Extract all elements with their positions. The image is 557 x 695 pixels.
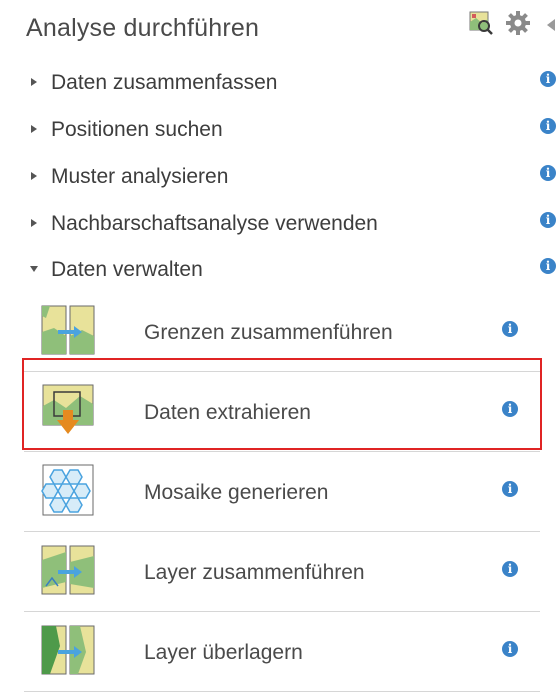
info-icon[interactable]: i: [540, 165, 556, 181]
tool-mosaike-generieren[interactable]: Mosaike generieren i: [24, 452, 540, 532]
tool-label: Mosaike generieren: [144, 481, 329, 504]
overlay-layers-icon: [40, 622, 96, 678]
chevron-right-icon: [28, 169, 40, 181]
category-daten-verwalten[interactable]: Daten verwalten i: [0, 250, 557, 290]
category-label: Muster analysieren: [51, 165, 229, 188]
category-label: Daten verwalten: [51, 258, 203, 281]
category-positionen-suchen[interactable]: Positionen suchen i: [0, 110, 557, 150]
category-label: Daten zusammenfassen: [51, 71, 278, 94]
info-icon[interactable]: i: [540, 212, 556, 228]
info-icon[interactable]: i: [540, 118, 556, 134]
info-icon[interactable]: i: [502, 321, 518, 337]
chevron-down-icon: [28, 262, 40, 274]
generate-tessellations-icon: [40, 462, 96, 518]
tool-label: Layer zusammenführen: [144, 561, 365, 584]
chevron-right-icon: [28, 122, 40, 134]
panel-header: Analyse durchführen: [0, 0, 557, 60]
page-title: Analyse durchführen: [26, 14, 260, 42]
highlight-box: [22, 358, 542, 450]
tool-label: Grenzen zusammenführen: [144, 321, 393, 344]
info-icon[interactable]: i: [540, 258, 556, 274]
merge-layers-icon: [40, 542, 96, 598]
category-nachbarschaftsanalyse[interactable]: Nachbarschaftsanalyse verwenden i: [0, 204, 557, 244]
chevron-right-icon: [28, 75, 40, 87]
tool-layer-zusammenfuehren[interactable]: Layer zusammenführen i: [24, 532, 540, 612]
info-icon[interactable]: i: [502, 561, 518, 577]
tool-label: Layer überlagern: [144, 641, 303, 664]
gear-icon[interactable]: [505, 10, 531, 41]
map-search-icon[interactable]: [468, 10, 494, 41]
category-muster-analysieren[interactable]: Muster analysieren i: [0, 157, 557, 197]
collapse-icon[interactable]: [545, 18, 557, 37]
info-icon[interactable]: i: [502, 641, 518, 657]
category-label: Nachbarschaftsanalyse verwenden: [51, 212, 378, 235]
info-icon[interactable]: i: [502, 481, 518, 497]
dissolve-boundaries-icon: [40, 302, 96, 358]
category-label: Positionen suchen: [51, 118, 223, 141]
tool-layer-ueberlagern[interactable]: Layer überlagern i: [24, 612, 540, 692]
category-daten-zusammenfassen[interactable]: Daten zusammenfassen i: [0, 63, 557, 103]
info-icon[interactable]: i: [540, 71, 556, 87]
chevron-right-icon: [28, 216, 40, 228]
